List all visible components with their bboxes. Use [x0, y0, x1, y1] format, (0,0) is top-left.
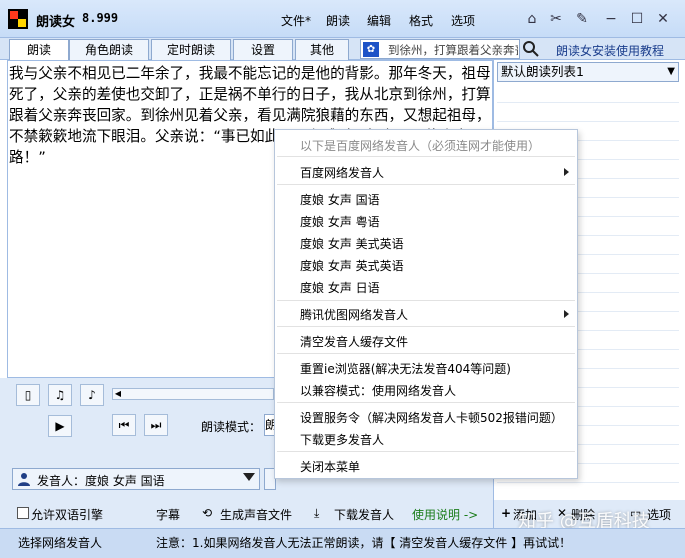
menu-item-voice-us-english[interactable]: 度娘 女声 美式英语 [300, 235, 404, 252]
tab-timed-read[interactable]: 定时朗读 [151, 39, 231, 60]
menu-item-baidu-voices[interactable]: 百度网络发音人 [300, 164, 384, 181]
menu-item-voice-mandarin[interactable]: 度娘 女声 国语 [300, 191, 380, 208]
chevron-left-icon[interactable]: ◀ [113, 389, 123, 399]
menu-separator [277, 156, 575, 157]
submenu-arrow-icon [564, 310, 569, 318]
playlist-selected: 默认朗读列表1 [501, 64, 584, 79]
menu-options[interactable]: 选项 [451, 12, 475, 29]
tools-icon[interactable]: ✂ [545, 9, 567, 29]
menu-separator [277, 184, 575, 185]
tab-role-read[interactable]: 角色朗读 [69, 39, 149, 60]
minimize-icon[interactable]: − [600, 9, 622, 29]
voice-label: 发音人：度娘 女声 国语 [37, 474, 165, 488]
document-icon[interactable]: ▯ [16, 384, 40, 406]
microphone-icon[interactable]: ♪ [80, 384, 104, 406]
tab-settings[interactable]: 设置 [233, 39, 293, 60]
list-item[interactable] [497, 103, 679, 122]
submenu-arrow-icon [564, 168, 569, 176]
baidu-paw-icon: ✿ [363, 42, 379, 57]
list-item[interactable] [497, 84, 679, 103]
menu-item-set-service[interactable]: 设置服务令（解决网络发音人卡顿502报错问题） [300, 409, 563, 426]
menu-edit[interactable]: 编辑 [367, 12, 391, 29]
tutorial-link[interactable]: 朗读女安装使用教程 [556, 42, 664, 59]
menu-file[interactable]: 文件* [281, 12, 311, 29]
previous-button[interactable]: ⏮ [112, 414, 136, 436]
plus-icon[interactable]: + [501, 506, 511, 520]
status-note: 注意：1.如果网络发音人无法正常朗读，请【 清空发音人缓存文件 】再试试！ [156, 536, 572, 550]
playlist-select[interactable]: 默认朗读列表1 ▼ [497, 62, 679, 82]
pin-icon[interactable]: ✎ [571, 9, 593, 29]
title-bar: 朗读女 8.999 文件* 朗读 编辑 格式 选项 ⌂ ✂ ✎ − ☐ ✕ [0, 0, 685, 38]
generate-audio-button[interactable]: 生成声音文件 [220, 506, 292, 523]
bilingual-label: 允许双语引擎 [31, 508, 104, 522]
tab-other[interactable]: 其他 [295, 39, 349, 60]
options-button[interactable]: 选项 [647, 506, 671, 523]
search-input[interactable]: ✿ 到徐州，打算跟着父亲奔丧回家 [360, 39, 520, 59]
menu-item-download-more[interactable]: 下载更多发音人 [300, 431, 384, 448]
status-left: 选择网络发音人 [18, 536, 103, 550]
voice-select[interactable]: 发音人：度娘 女声 国语 [12, 468, 260, 490]
menu-item-clear-cache[interactable]: 清空发音人缓存文件 [300, 333, 408, 350]
menu-item-voice-cantonese[interactable]: 度娘 女声 粤语 [300, 213, 380, 230]
progress-slider[interactable]: ◀ [112, 388, 274, 400]
menu-separator [277, 326, 575, 327]
home-icon[interactable]: ⌂ [521, 9, 543, 29]
play-button[interactable]: ▶ [48, 415, 72, 437]
menu-format[interactable]: 格式 [409, 12, 433, 29]
search-value: 到徐州，打算跟着父亲奔丧回家 [388, 43, 518, 57]
chevron-down-icon: ▼ [667, 66, 675, 77]
close-icon[interactable]: ✕ [652, 9, 674, 29]
status-bar: 选择网络发音人 注意：1.如果网络发音人无法正常朗读，请【 清空发音人缓存文件 … [0, 528, 685, 558]
app-name: 朗读女 [36, 15, 76, 30]
dropdown-arrow-icon [243, 473, 255, 481]
read-mode-label: 朗读模式： [201, 420, 262, 434]
music-note-icon[interactable]: ♫ [48, 384, 72, 406]
next-button[interactable]: ⏭ [144, 414, 168, 436]
menu-item-voice-japanese[interactable]: 度娘 女声 日语 [300, 279, 380, 296]
app-version: 8.999 [82, 11, 119, 25]
menu-separator [277, 402, 575, 403]
menu-separator [277, 300, 575, 301]
subtitle-button[interactable]: 字幕 [156, 506, 180, 523]
menu-item-tencent-voices[interactable]: 腾讯优图网络发音人 [300, 306, 408, 323]
download-voice-button[interactable]: 下载发音人 [334, 506, 394, 523]
person-icon [18, 473, 30, 486]
app-logo-icon [8, 9, 28, 29]
download-icon[interactable]: ⤓ [314, 506, 319, 521]
menu-item-reset-ie[interactable]: 重置ie浏览器(解决无法发音404等问题) [300, 360, 511, 377]
menu-separator [277, 451, 575, 452]
bottom-toolbar: 允许双语引擎 字幕 ⟲ 生成声音文件 ⤓ 下载发音人 使用说明 -> [0, 500, 493, 528]
menu-header-baidu: 以下是百度网络发音人（必须连网才能使用） [300, 139, 541, 153]
menu-item-compat-mode[interactable]: 以兼容模式：使用网络发音人 [300, 382, 456, 399]
help-link[interactable]: 使用说明 -> [412, 506, 478, 523]
refresh-icon[interactable]: ⟲ [202, 506, 212, 520]
menu-read[interactable]: 朗读 [326, 12, 350, 29]
maximize-icon[interactable]: ☐ [626, 9, 648, 29]
search-icon[interactable] [522, 40, 540, 58]
menu-separator [277, 353, 575, 354]
menu-item-close[interactable]: 关闭本菜单 [300, 458, 360, 475]
bilingual-checkbox[interactable] [17, 507, 29, 519]
tab-read[interactable]: 朗读 [9, 39, 69, 61]
menu-item-voice-uk-english[interactable]: 度娘 女声 英式英语 [300, 257, 404, 274]
context-menu: 以下是百度网络发音人（必须连网才能使用） 百度网络发音人 度娘 女声 国语 度娘… [274, 129, 578, 479]
